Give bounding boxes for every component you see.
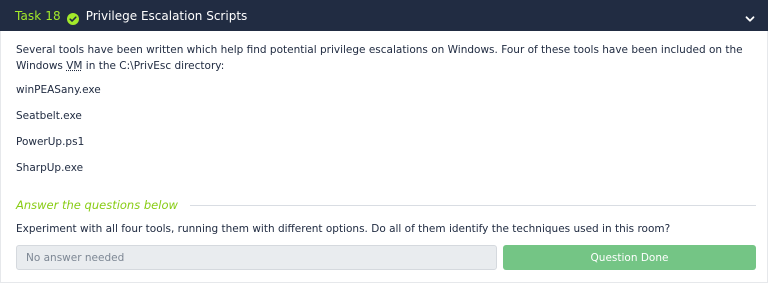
answer-section-header: Answer the questions below — [16, 197, 756, 213]
question-text: Experiment with all four tools, running … — [16, 223, 671, 235]
answer-input[interactable] — [16, 245, 497, 270]
task-title: Privilege Escalation Scripts — [85, 8, 248, 23]
task-description: Several tools have been written which he… — [16, 43, 756, 74]
task-card: Task 18 Privilege Escalation Scripts Sev… — [0, 0, 768, 283]
tool-item: Seatbelt.exe — [16, 110, 82, 122]
answer-heading: Answer the questions below — [16, 198, 178, 212]
chevron-down-icon[interactable] — [744, 10, 756, 22]
check-circle-icon — [66, 10, 79, 25]
tool-item: SharpUp.exe — [16, 162, 84, 174]
question-done-button[interactable]: Question Done — [503, 245, 756, 270]
vm-abbreviation: VM — [66, 59, 83, 72]
intro-text-end: in the C:\PrivEsc directory: — [82, 59, 225, 72]
divider — [189, 204, 756, 206]
task-body: Several tools have been written which he… — [0, 31, 768, 283]
tool-item: winPEASany.exe — [16, 84, 101, 96]
task-header[interactable]: Task 18 Privilege Escalation Scripts — [0, 0, 768, 31]
tool-item: PowerUp.ps1 — [16, 136, 85, 148]
task-number: Task 18 — [15, 8, 61, 23]
